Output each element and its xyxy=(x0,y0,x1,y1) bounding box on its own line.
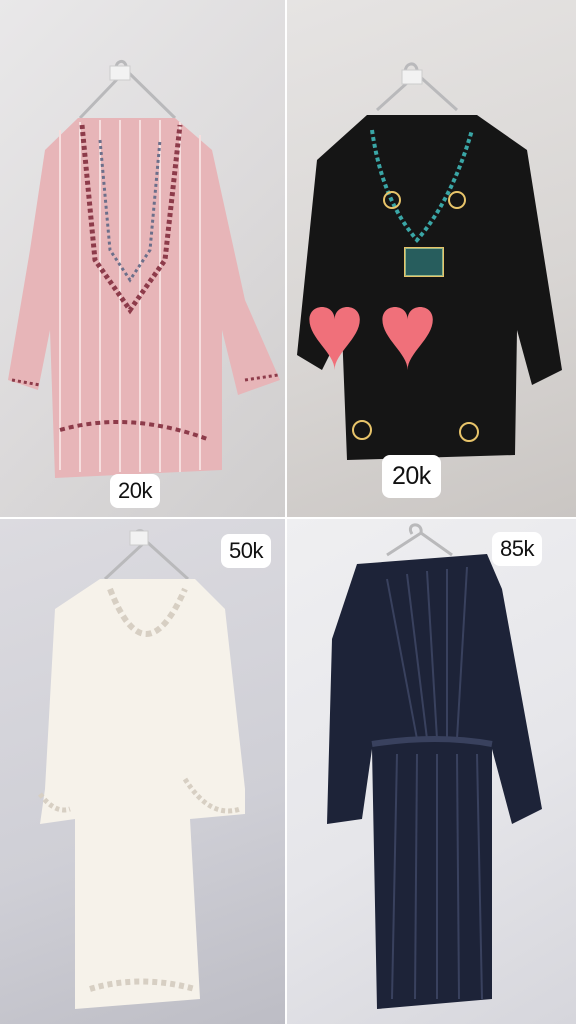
price-tag: 20k xyxy=(110,474,160,508)
black-tunic-illustration xyxy=(297,62,562,460)
navy-dress-illustration xyxy=(327,523,542,1009)
item-photo-pink-tunic: 20k xyxy=(0,0,285,517)
photo-collage: 20k 20k 50k 85k xyxy=(0,0,576,1024)
grid-divider-vertical xyxy=(285,0,287,1024)
item-photo-black-tunic: 20k xyxy=(287,0,576,517)
white-dress-illustration xyxy=(38,529,245,1009)
price-tag: 50k xyxy=(221,534,271,568)
grid-divider-horizontal xyxy=(0,517,576,519)
item-photo-navy-dress: 85k xyxy=(287,519,576,1024)
price-tag: 85k xyxy=(492,532,542,566)
hanger-icon xyxy=(386,523,453,557)
price-tag: 20k xyxy=(382,455,441,498)
item-photo-white-dress: 50k xyxy=(0,519,285,1024)
pink-tunic-illustration xyxy=(8,60,280,478)
